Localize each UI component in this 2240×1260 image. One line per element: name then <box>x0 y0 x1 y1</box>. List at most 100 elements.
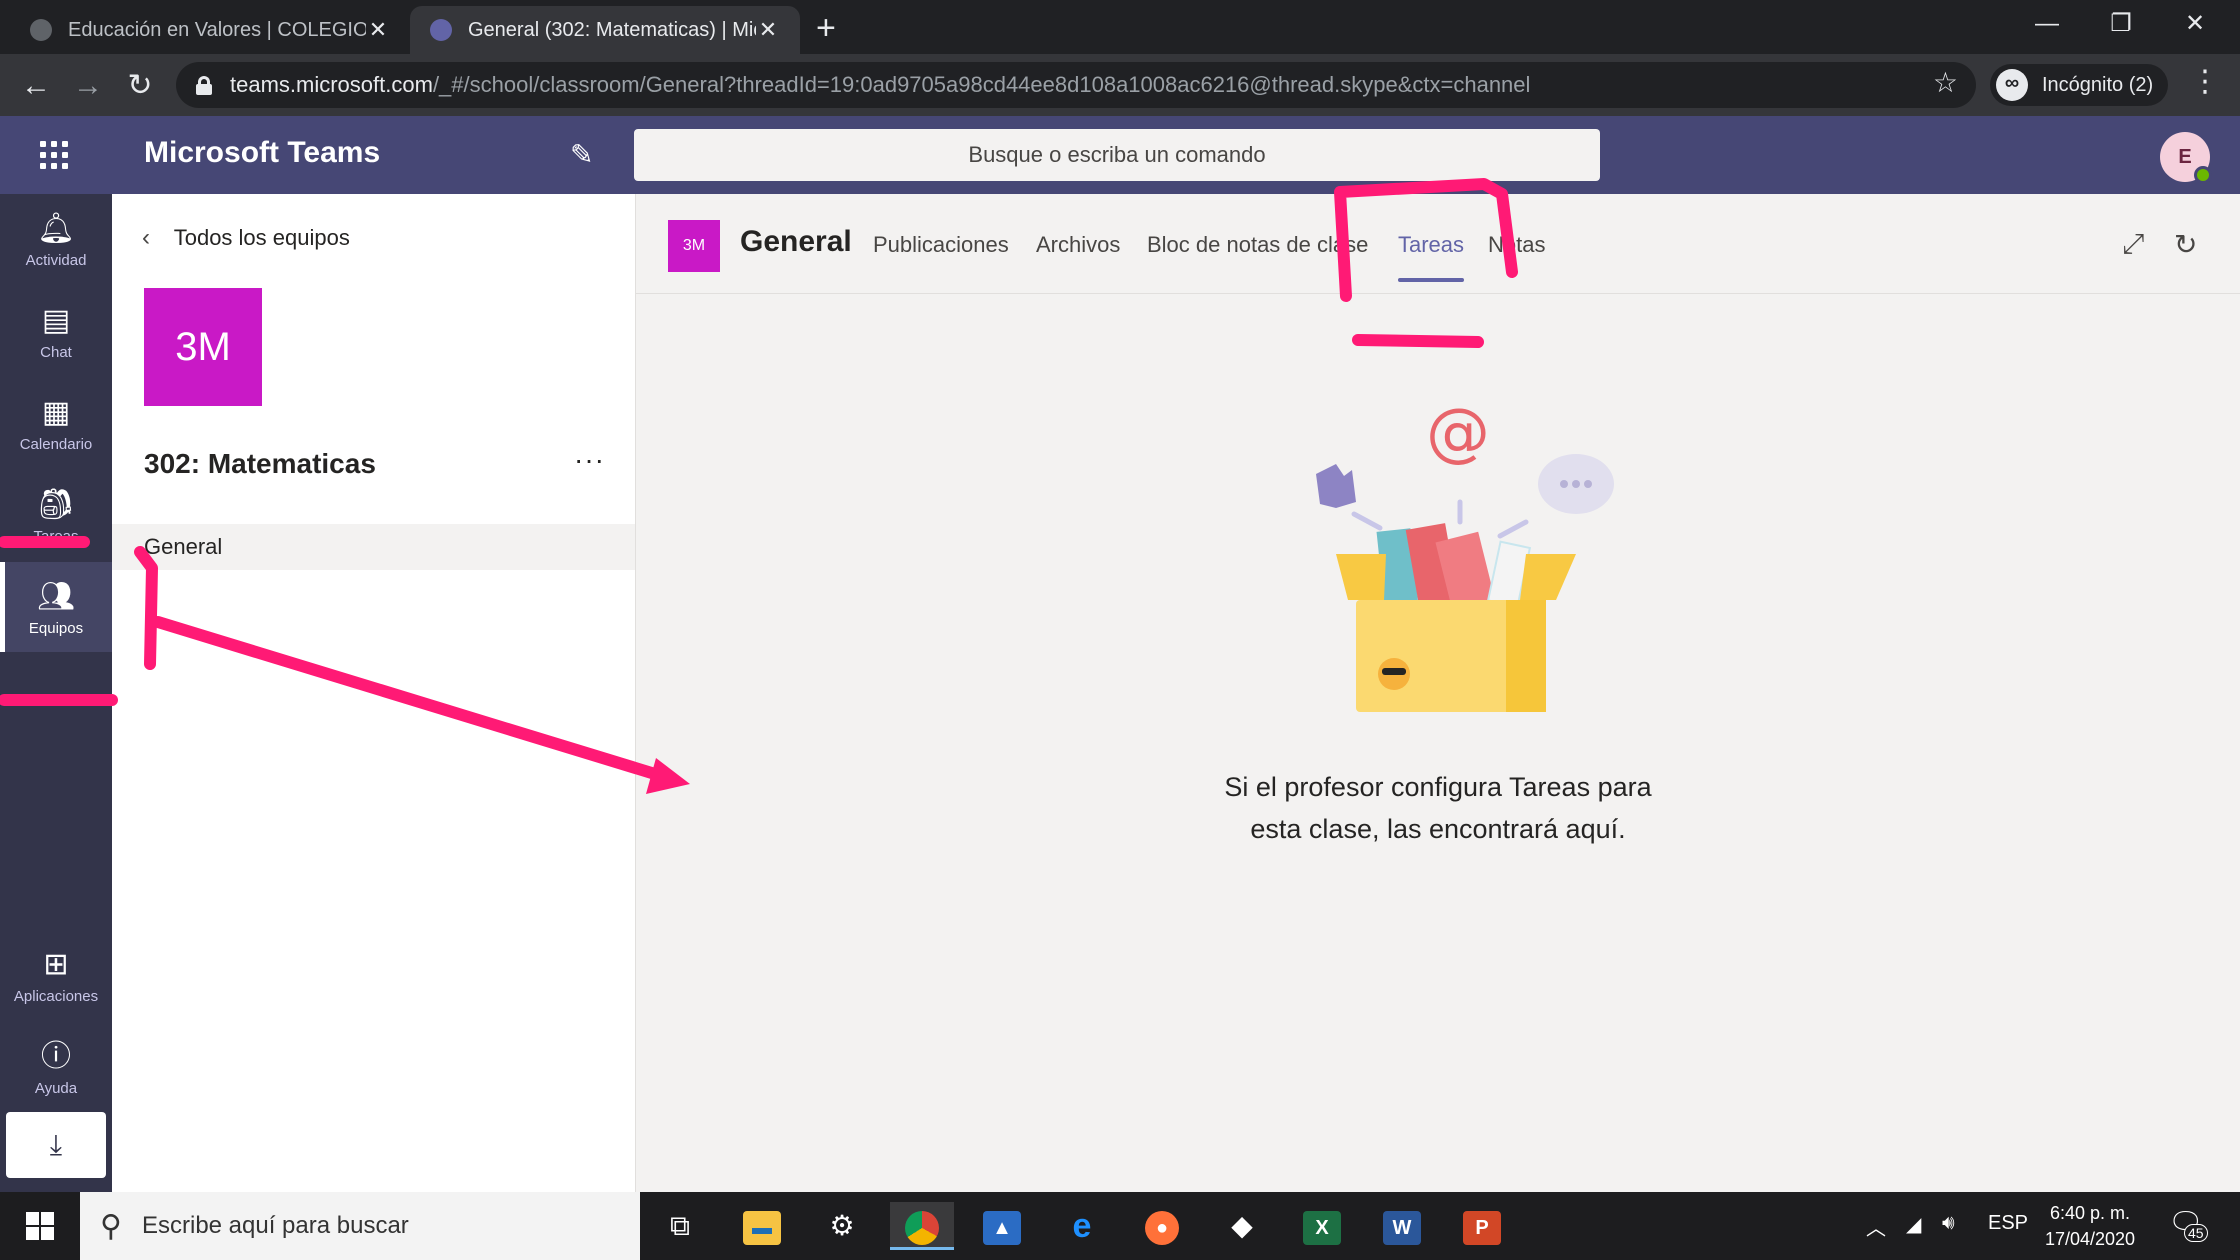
all-teams-label: Todos los equipos <box>173 225 350 250</box>
wifi-icon[interactable]: ◢ <box>1906 1212 1921 1237</box>
volume-icon[interactable]: 🔊︎ <box>1942 1212 1955 1235</box>
incognito-button[interactable]: Incógnito (2) <box>1990 64 2168 106</box>
tray-chevron-icon[interactable]: ︿ <box>1866 1212 1886 1241</box>
rail-label: Actividad <box>25 252 87 269</box>
tab-close-icon[interactable]: ✕ <box>756 17 780 43</box>
tab-tareas[interactable]: Tareas <box>1398 232 1465 282</box>
restore-icon[interactable]: ❐ <box>2086 4 2156 44</box>
browser-menu-icon[interactable]: ⋮ <box>2190 64 2220 99</box>
edge-icon[interactable]: e <box>1050 1202 1114 1250</box>
avatar-initial: E <box>2178 146 2192 168</box>
empty-state-line-2: esta clase, las encontrará aquí. <box>1250 814 1626 844</box>
chevron-left-icon: ‹ <box>142 224 150 251</box>
more-options-icon[interactable]: ··· <box>574 444 605 476</box>
url-path: /_#/school/classroom/General?threadId=19… <box>432 72 1531 97</box>
notification-center-icon[interactable]: 🗨︎ 45 <box>2168 1206 2208 1242</box>
rail-item-ayuda[interactable]: ⓘ Ayuda <box>0 1022 112 1112</box>
rail-label: Tareas <box>33 528 79 545</box>
channel-team-avatar: 3M <box>668 220 720 272</box>
scanner-icon[interactable]: ▲ <box>970 1202 1034 1250</box>
thumbs-up-icon <box>1316 464 1356 508</box>
minimize-icon[interactable]: — <box>2012 4 2082 44</box>
teams-favicon-icon <box>430 19 452 41</box>
chrome-icon[interactable] <box>890 1202 954 1250</box>
expand-icon[interactable]: ⤢ <box>2122 228 2144 261</box>
tab-bloc-de-notas[interactable]: Bloc de notas de clase <box>1147 232 1368 258</box>
powerpoint-icon[interactable]: P <box>1450 1202 1514 1250</box>
team-name: 302: Matematicas <box>144 448 376 479</box>
rail-item-tareas[interactable]: 🎒︎ Tareas <box>0 470 112 560</box>
word-icon[interactable]: W <box>1370 1202 1434 1250</box>
chat-icon: ▤ <box>41 304 71 337</box>
browser-tab-general[interactable]: General (302: Matematicas) | Mic ✕ <box>410 6 800 54</box>
lock-icon <box>196 76 212 95</box>
taskbar-clock[interactable]: 6:40 p. m. 17/04/2020 <box>2040 1200 2140 1252</box>
forward-arrow-icon[interactable]: → <box>66 64 110 108</box>
app-icon[interactable]: ⚙ <box>810 1202 874 1250</box>
clock-time: 6:40 p. m. <box>2049 1203 2131 1223</box>
at-sign-icon: @ <box>1426 404 1490 470</box>
app-bar: 🔔︎ Actividad ▤ Chat ▦ Calendario 🎒︎ Tare… <box>0 194 112 1192</box>
back-arrow-icon[interactable]: ← <box>14 64 58 108</box>
tab-label: General (302: Matematicas) | Mic <box>468 18 756 41</box>
new-tab-button[interactable]: + <box>816 8 836 48</box>
inkscape-icon[interactable]: ◆ <box>1210 1202 1274 1250</box>
browser-nav-bar: ← → ↻ teams.microsoft.com/_#/school/clas… <box>0 54 2240 116</box>
tab-notas[interactable]: Notas <box>1488 232 1545 258</box>
channel-item-general[interactable]: General <box>112 524 635 570</box>
url-host: teams.microsoft.com <box>230 72 433 97</box>
tab-archivos[interactable]: Archivos <box>1036 232 1120 258</box>
empty-state-message: Si el profesor configura Tareas para est… <box>636 766 2240 850</box>
browser-tab-bar: Educación en Valores | COLEGIO ✕ General… <box>0 0 2240 54</box>
rail-label: Ayuda <box>34 1080 78 1097</box>
app-launcher-icon[interactable] <box>40 141 68 169</box>
rail-item-chat[interactable]: ▤ Chat <box>0 286 112 376</box>
tab-close-icon[interactable]: ✕ <box>366 17 390 43</box>
refresh-icon[interactable]: ↻ <box>2174 228 2197 261</box>
rail-label: Calendario <box>19 436 93 453</box>
command-search-input[interactable]: Busque o escriba un comando <box>634 129 1600 181</box>
firefox-icon[interactable]: ● <box>1130 1202 1194 1250</box>
channel-content: 3M General Publicaciones Archivos Bloc d… <box>636 194 2240 1192</box>
browser-tab-educacion[interactable]: Educación en Valores | COLEGIO ✕ <box>10 6 410 54</box>
download-app-icon[interactable]: ⤓ <box>6 1112 106 1178</box>
rail-item-aplicaciones[interactable]: ⊞ Aplicaciones <box>0 930 112 1020</box>
tab-publicaciones[interactable]: Publicaciones <box>873 232 1009 258</box>
incognito-label: Incógnito (2) <box>2042 73 2154 96</box>
team-panel: ‹ Todos los equipos 3M 302: Matematicas … <box>112 194 636 1192</box>
apps-icon: ⊞ <box>43 948 69 981</box>
avatar[interactable]: E <box>2160 132 2212 184</box>
teams-header: Microsoft Teams ✎ Busque o escriba un co… <box>0 116 2240 194</box>
all-teams-link[interactable]: ‹ Todos los equipos <box>142 224 350 252</box>
empty-assignments-illustration: @ <box>1316 404 1614 712</box>
site-favicon-icon <box>30 19 52 41</box>
channel-header: 3M General Publicaciones Archivos Bloc d… <box>636 194 2240 294</box>
language-indicator[interactable]: ESP <box>1988 1212 2028 1235</box>
channel-title: General <box>740 225 852 258</box>
app-title: Microsoft Teams <box>144 136 381 169</box>
windows-start-icon[interactable] <box>26 1212 54 1240</box>
rail-item-actividad[interactable]: 🔔︎ Actividad <box>0 194 112 284</box>
status-available-icon <box>2194 166 2212 184</box>
rail-item-calendario[interactable]: ▦ Calendario <box>0 378 112 468</box>
address-bar[interactable]: teams.microsoft.com/_#/school/classroom/… <box>176 62 1976 108</box>
search-icon: ⚲ <box>100 1209 122 1243</box>
url-text: teams.microsoft.com/_#/school/classroom/… <box>230 72 1530 98</box>
team-avatar: 3M <box>144 288 262 406</box>
excel-icon[interactable]: X <box>1290 1202 1354 1250</box>
task-view-icon[interactable]: ⧉ <box>648 1202 712 1250</box>
reload-icon[interactable]: ↻ <box>118 64 162 108</box>
window-close-icon[interactable]: ✕ <box>2160 4 2230 44</box>
rail-label: Equipos <box>28 620 84 637</box>
taskbar-search-input[interactable]: ⚲ Escribe aquí para buscar <box>80 1192 640 1260</box>
tab-label: Educación en Valores | COLEGIO <box>68 18 366 41</box>
rail-label: Chat <box>40 344 72 361</box>
taskbar-search-placeholder: Escribe aquí para buscar <box>141 1212 409 1239</box>
bell-icon: 🔔︎ <box>36 212 76 245</box>
rail-item-equipos[interactable]: 👥︎ Equipos <box>0 562 112 652</box>
backpack-icon: 🎒︎ <box>36 488 76 521</box>
file-explorer-icon[interactable]: ▬ <box>730 1202 794 1250</box>
bookmark-star-icon[interactable]: ☆ <box>1933 66 1958 99</box>
empty-state-line-1: Si el profesor configura Tareas para <box>1224 772 1652 802</box>
new-chat-icon[interactable]: ✎ <box>570 138 593 171</box>
